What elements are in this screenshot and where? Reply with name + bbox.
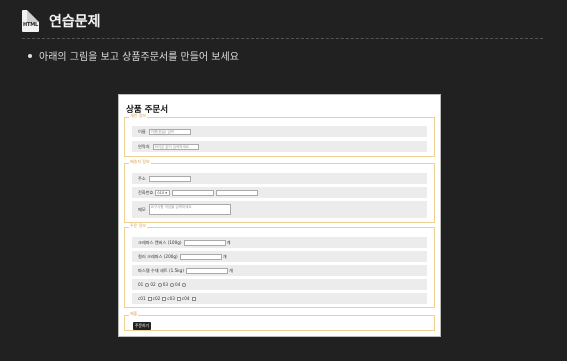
product-3-label: 파스텔 수채 세트 (1.5kg) [138,267,184,273]
name-input[interactable]: 이름(한글) 입력 [148,128,191,135]
product-2-unit: 개 [222,253,227,259]
product-row-2: 컬러 크레파스 (200g) 개 [132,251,427,262]
name-row: 이름 이름(한글) 입력 [132,126,427,137]
personal-legend: 개인 정보 [129,113,147,119]
checkbox-option-3[interactable] [176,296,181,301]
order-legend: 주문 정보 [129,223,147,229]
tel-label: 전화번호 [138,189,154,195]
submit-legend: 제출 [129,311,139,317]
delivery-legend: 배송지 정보 [129,159,151,165]
check-label-1: c01 [138,296,146,301]
product-2-qty-input[interactable] [179,253,222,260]
radio-option-4[interactable] [182,282,187,287]
bullet-dot [28,53,32,58]
checkbox-row: c01 c02 c03 c04 [132,293,427,304]
html-file-icon: HTML [22,10,39,32]
name-label: 이름 [138,128,146,134]
tel-middle-input[interactable] [172,189,215,196]
address-row: 주소 [132,173,427,184]
checkbox-option-1[interactable] [147,296,152,301]
product-1-unit: 개 [226,239,231,245]
address-input[interactable] [148,175,191,182]
delivery-info-fieldset: 배송지 정보 주소 전화번호 010 ▾ 메모 요구사항 작성을 입력하세요 [124,159,435,223]
address-label: 주소 [138,175,146,181]
memo-textarea[interactable]: 요구사항 작성을 입력하세요 [148,204,231,215]
product-1-label: 크레파스 캔버스 (100g) [138,239,182,245]
personal-info-fieldset: 개인 정보 이름 이름(한글) 입력 연락처 하이픈 없이 입력하세요 [124,113,435,157]
instruction-text: 아래의 그림을 보고 상품주문서를 만들어 보세요 [39,52,239,63]
radio-label-3: 03 [162,282,169,287]
check-label-4: c04 [181,296,190,301]
order-submit-button[interactable]: 주문하기 [133,322,151,330]
product-2-label: 컬러 크레파스 (200g) [138,253,178,259]
instruction-item: 아래의 그림을 보고 상품주문서를 만들어 보세요 [28,48,239,63]
radio-option-3[interactable] [170,282,175,287]
order-form-screenshot: 상품 주문서 개인 정보 이름 이름(한글) 입력 연락처 하이픈 없이 입력하… [118,94,441,337]
check-label-3: c03 [167,296,175,301]
tel-prefix-select[interactable]: 010 ▾ [155,189,171,196]
checkbox-option-2[interactable] [162,296,167,301]
radio-label-2: 02 [150,282,156,287]
product-1-qty-input[interactable] [183,239,226,246]
memo-label: 메모 [138,206,146,212]
radio-option-2[interactable] [157,282,162,287]
phone-row: 연락처 하이픈 없이 입력하세요 [132,141,427,152]
product-3-qty-input[interactable] [185,267,228,274]
tel-last-input[interactable] [216,189,259,196]
phone-input[interactable]: 하이픈 없이 입력하세요 [152,143,199,150]
product-row-1: 크레파스 캔버스 (100g) 개 [132,237,427,248]
page-title: 연습문제 [49,14,101,30]
radio-label-1: 01 [138,282,144,287]
radio-option-1[interactable] [145,282,150,287]
page-header: HTML 연습문제 [22,10,101,32]
radio-row: 01 02 03 04 [132,279,427,290]
tel-row: 전화번호 010 ▾ [132,187,427,198]
submit-fieldset: 제출 주문하기 [124,311,435,331]
product-row-3: 파스텔 수채 세트 (1.5kg) 개 [132,265,427,276]
checkbox-option-4[interactable] [191,296,196,301]
memo-row: 메모 요구사항 작성을 입력하세요 [132,201,427,218]
radio-label-4: 04 [175,282,181,287]
product-3-unit: 개 [228,267,233,273]
order-info-fieldset: 주문 정보 크레파스 캔버스 (100g) 개 컬러 크레파스 (200g) 개… [124,223,435,308]
check-label-2: c02 [152,296,161,301]
divider [22,38,543,39]
phone-label: 연락처 [138,143,150,149]
